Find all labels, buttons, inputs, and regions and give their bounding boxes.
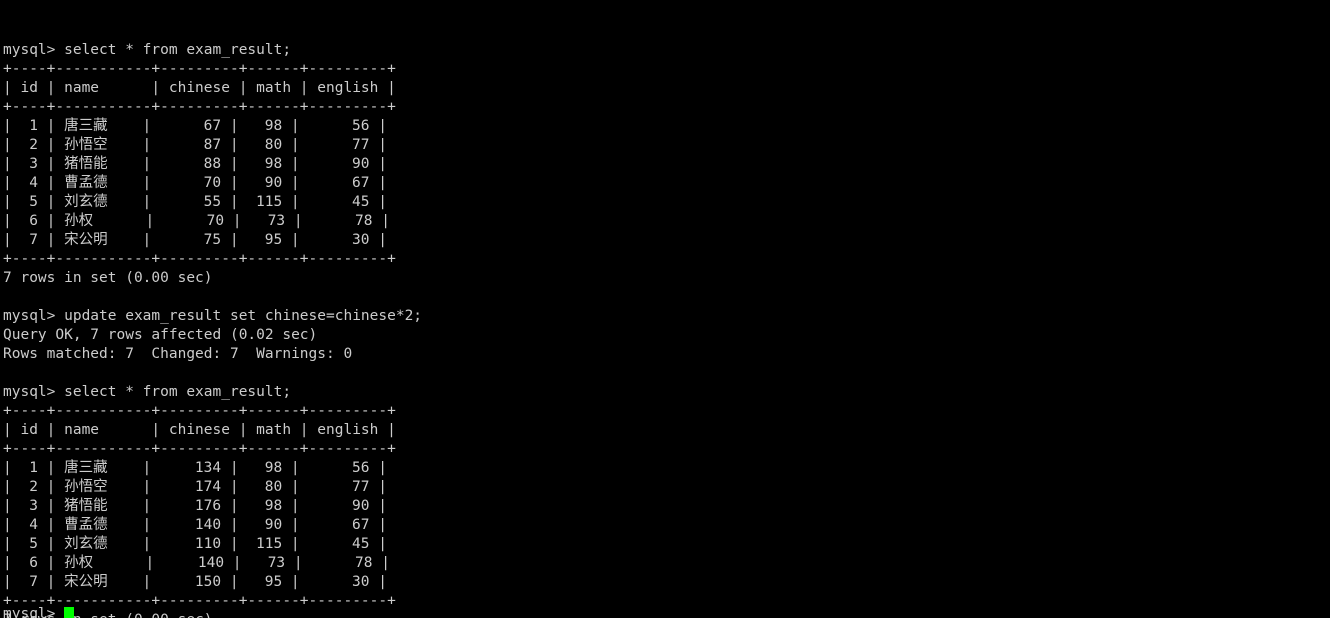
text-cursor — [64, 607, 75, 618]
terminal-line: 7 rows in set (0.00 sec) — [3, 270, 213, 286]
terminal-line: | id | name | chinese | math | english | — [3, 422, 396, 438]
cjk-text: 曹孟德 — [64, 175, 108, 191]
cjk-text: 唐三藏 — [64, 460, 108, 476]
ascii-text: | 1 | — [3, 118, 65, 134]
ascii-text: | 5 | — [3, 536, 65, 552]
terminal-line: | 6 | 孙权 | 70 | 73 | 78 | — [3, 212, 1330, 231]
terminal-line: Rows matched: 7 Changed: 7 Warnings: 0 — [3, 346, 353, 362]
ascii-text: | 7 | — [3, 232, 65, 248]
ascii-text: | 87 | 80 | 77 | — [107, 137, 387, 153]
ascii-text: | 1 | — [3, 460, 65, 476]
terminal-line: | 7 | 宋公明 | 150 | 95 | 30 | — [3, 573, 1330, 592]
ascii-text: | 140 | 73 | 78 | — [93, 555, 390, 571]
terminal-line: mysql> select * from exam_result; — [3, 42, 292, 58]
cjk-text: 孙权 — [64, 555, 94, 571]
ascii-text: | 88 | 98 | 90 | — [107, 156, 387, 172]
terminal-line: +----+-----------+---------+------+-----… — [3, 251, 396, 267]
cjk-text: 猪悟能 — [64, 156, 108, 172]
ascii-text: | 2 | — [3, 479, 65, 495]
terminal-line: Query OK, 7 rows affected (0.02 sec) — [3, 327, 318, 343]
ascii-text: | 134 | 98 | 56 | — [107, 460, 387, 476]
terminal-window[interactable]: mysql> select * from exam_result; +----+-… — [0, 0, 1330, 618]
terminal-line: | 4 | 曹孟德 | 70 | 90 | 67 | — [3, 174, 1330, 193]
terminal-line: | 2 | 孙悟空 | 87 | 80 | 77 | — [3, 136, 1330, 155]
ascii-text: | 6 | — [3, 213, 65, 229]
terminal-line: | 5 | 刘玄德 | 55 | 115 | 45 | — [3, 193, 1330, 212]
cjk-text: 孙悟空 — [64, 479, 108, 495]
ascii-text: | 70 | 73 | 78 | — [93, 213, 390, 229]
terminal-line: mysql> select * from exam_result; — [3, 384, 292, 400]
cjk-text: 曹孟德 — [64, 517, 108, 533]
terminal-line: | 7 | 宋公明 | 75 | 95 | 30 | — [3, 231, 1330, 250]
terminal-line: +----+-----------+---------+------+-----… — [3, 99, 396, 115]
ascii-text: | 67 | 98 | 56 | — [107, 118, 387, 134]
ascii-text: | 140 | 90 | 67 | — [107, 517, 387, 533]
terminal-line: | 1 | 唐三藏 | 134 | 98 | 56 | — [3, 459, 1330, 478]
ascii-text: | 3 | — [3, 498, 65, 514]
cjk-text: 孙悟空 — [64, 137, 108, 153]
terminal-line: | 3 | 猪悟能 | 88 | 98 | 90 | — [3, 155, 1330, 174]
terminal-line: | 3 | 猪悟能 | 176 | 98 | 90 | — [3, 497, 1330, 516]
ascii-text: | 7 | — [3, 574, 65, 590]
terminal-line: | id | name | chinese | math | english | — [3, 80, 396, 96]
ascii-text: | 70 | 90 | 67 | — [107, 175, 387, 191]
ascii-text: | 150 | 95 | 30 | — [107, 574, 387, 590]
ascii-text: | 110 | 115 | 45 | — [107, 536, 387, 552]
terminal-line: | 5 | 刘玄德 | 110 | 115 | 45 | — [3, 535, 1330, 554]
terminal-line: | 4 | 曹孟德 | 140 | 90 | 67 | — [3, 516, 1330, 535]
terminal-line: +----+-----------+---------+------+-----… — [3, 593, 396, 609]
cjk-text: 猪悟能 — [64, 498, 108, 514]
ascii-text: | 4 | — [3, 175, 65, 191]
terminal-line: +----+-----------+---------+------+-----… — [3, 403, 396, 419]
ascii-text: | 6 | — [3, 555, 65, 571]
cjk-text: 宋公明 — [64, 574, 108, 590]
ascii-text: | 176 | 98 | 90 | — [107, 498, 387, 514]
terminal-line: +----+-----------+---------+------+-----… — [3, 441, 396, 457]
terminal-line: | 6 | 孙权 | 140 | 73 | 78 | — [3, 554, 1330, 573]
ascii-text: | 55 | 115 | 45 | — [107, 194, 387, 210]
ascii-text: | 4 | — [3, 517, 65, 533]
terminal-scrollback: mysql> select * from exam_result; +----+-… — [3, 41, 1330, 618]
ascii-text: | 3 | — [3, 156, 65, 172]
cjk-text: 唐三藏 — [64, 118, 108, 134]
terminal-line: | 1 | 唐三藏 | 67 | 98 | 56 | — [3, 117, 1330, 136]
terminal-prompt-line[interactable]: mysql> — [3, 605, 75, 618]
terminal-line: mysql> update exam_result set chinese=ch… — [3, 308, 423, 324]
terminal-line: +----+-----------+---------+------+-----… — [3, 61, 396, 77]
cjk-text: 刘玄德 — [64, 194, 108, 210]
cjk-text: 孙权 — [64, 213, 94, 229]
ascii-text: | 5 | — [3, 194, 65, 210]
terminal-line: | 2 | 孙悟空 | 174 | 80 | 77 | — [3, 478, 1330, 497]
ascii-text: | 75 | 95 | 30 | — [107, 232, 387, 248]
cjk-text: 宋公明 — [64, 232, 108, 248]
ascii-text: | 174 | 80 | 77 | — [107, 479, 387, 495]
cjk-text: 刘玄德 — [64, 536, 108, 552]
ascii-text: | 2 | — [3, 137, 65, 153]
terminal-line: 7 rows in set (0.00 sec) — [3, 611, 1330, 618]
prompt-text: mysql> — [3, 606, 65, 618]
